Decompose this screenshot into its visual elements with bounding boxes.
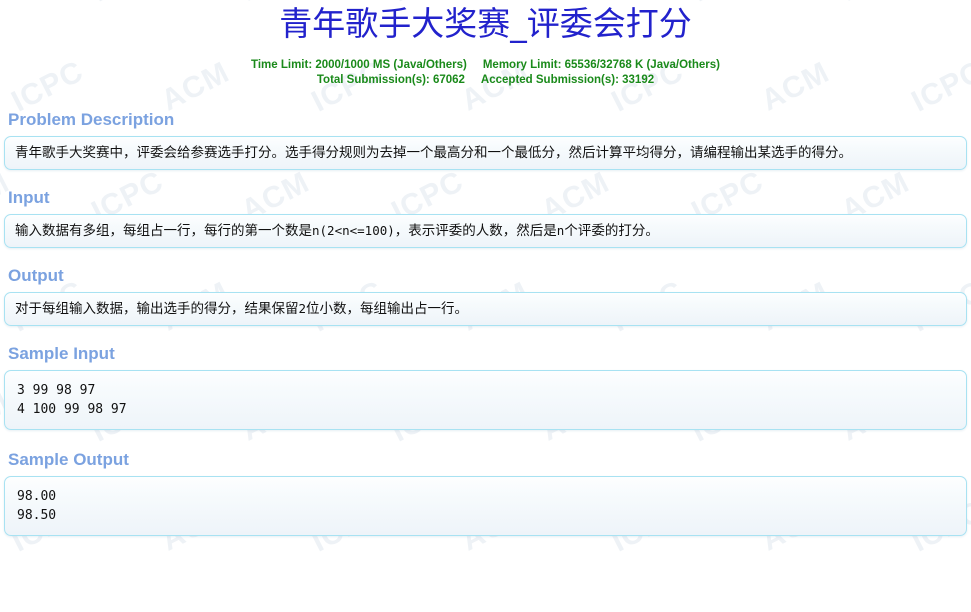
problem-limits: Time Limit: 2000/1000 MS (Java/Others) Me…: [0, 58, 971, 88]
watermark-text: ACM: [536, 606, 615, 612]
limits-line: Time Limit: 2000/1000 MS (Java/Others) Me…: [0, 58, 971, 73]
watermark-text: ICPC: [86, 605, 169, 612]
output-body: 对于每组输入数据，输出选手的得分，结果保留2位小数，每组输出占一行。: [4, 292, 967, 326]
section-sample-input: Sample Input 3 99 98 97 4 100 99 98 97: [0, 344, 971, 430]
section-input: Input 输入数据有多组，每组占一行，每行的第一个数是n(2<n<=100)，…: [0, 188, 971, 248]
sample-output-body: 98.00 98.50: [4, 476, 967, 536]
input-variable-n-range: n(2<n<=100): [312, 223, 395, 238]
input-text-part1: 输入数据有多组，每组占一行，每行的第一个数是: [15, 223, 312, 239]
sample-input-body: 3 99 98 97 4 100 99 98 97: [4, 370, 967, 430]
watermark-text: ACM: [836, 606, 915, 612]
problem-page: 青年歌手大奖赛_评委会打分 Time Limit: 2000/1000 MS (…: [0, 0, 971, 536]
total-submissions-text: Total Submission(s): 67062: [316, 74, 465, 86]
input-text-part2: ，表示评委的人数，然后是: [394, 223, 557, 239]
watermark-text: ACM: [0, 606, 15, 612]
section-sample-output: Sample Output 98.00 98.50: [0, 450, 971, 536]
section-heading-sample-input: Sample Input: [8, 344, 115, 363]
output-variable-precision: 2: [298, 301, 307, 316]
output-text-part1: 对于每组输入数据，输出选手的得分，结果保留: [15, 301, 299, 317]
watermark-text: ICPC: [686, 605, 769, 612]
time-limit-text: Time Limit: 2000/1000 MS (Java/Others): [251, 59, 467, 71]
watermark-text: ICPC: [386, 605, 469, 612]
accepted-submissions-text: Accepted Submission(s): 33192: [480, 74, 655, 86]
watermark-text: ACM: [236, 606, 315, 612]
submissions-line: Total Submission(s): 67062 Accepted Submi…: [0, 73, 971, 88]
section-problem-description: Problem Description 青年歌手大奖赛中，评委会给参赛选手打分。…: [0, 110, 971, 170]
input-body: 输入数据有多组，每组占一行，每行的第一个数是n(2<n<=100)，表示评委的人…: [4, 214, 967, 248]
section-heading-sample-output: Sample Output: [8, 450, 129, 469]
section-heading-problem-description: Problem Description: [8, 110, 175, 129]
page-title: 青年歌手大奖赛_评委会打分: [279, 4, 692, 43]
output-text-part2: 位小数，每组输出占一行。: [306, 301, 469, 317]
problem-description-body: 青年歌手大奖赛中，评委会给参赛选手打分。选手得分规则为去掉一个最高分和一个最低分…: [4, 136, 967, 170]
section-output: Output 对于每组输入数据，输出选手的得分，结果保留2位小数，每组输出占一行…: [0, 266, 971, 326]
section-heading-input: Input: [8, 188, 50, 207]
memory-limit-text: Memory Limit: 65536/32768 K (Java/Others…: [482, 59, 720, 71]
section-heading-output: Output: [8, 266, 64, 285]
input-text-part3: 个评委的打分。: [564, 223, 659, 239]
